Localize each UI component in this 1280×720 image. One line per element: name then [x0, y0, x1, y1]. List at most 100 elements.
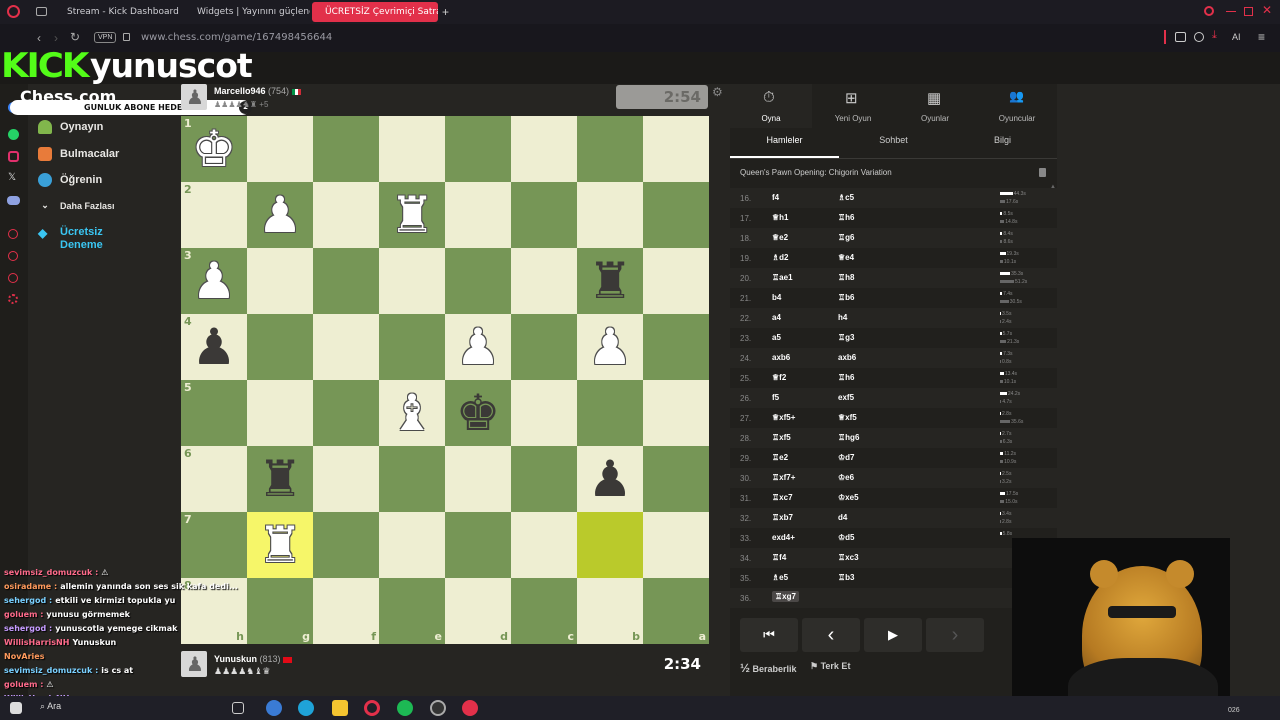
sidebar-item-puzzles[interactable]: Bulmacalar: [38, 147, 119, 161]
white-move[interactable]: ♕h1: [772, 213, 789, 222]
white-piece-g7[interactable]: ♜: [258, 520, 303, 570]
white-move[interactable]: axb6: [772, 353, 790, 362]
white-move[interactable]: ♗d2: [772, 253, 789, 262]
player-icon[interactable]: [8, 273, 18, 283]
square-b6[interactable]: ♟: [577, 446, 643, 512]
square-a1[interactable]: [643, 116, 709, 182]
black-move[interactable]: ♖g3: [838, 333, 855, 342]
square-a5[interactable]: [643, 380, 709, 446]
square-b8[interactable]: b: [577, 578, 643, 644]
chat-username[interactable]: goluem :: [4, 610, 43, 619]
black-move[interactable]: exf5: [838, 393, 854, 402]
close-window-icon[interactable]: ✕: [1262, 3, 1272, 17]
square-d5[interactable]: ♚: [445, 380, 511, 446]
settings-icon[interactable]: [8, 294, 18, 304]
square-c7[interactable]: [511, 512, 577, 578]
square-e2[interactable]: ♜: [379, 182, 445, 248]
opera-taskbar-icon[interactable]: [364, 700, 380, 716]
url-field[interactable]: www.chess.com/game/167498456644: [141, 32, 332, 43]
top-player-name-row[interactable]: Marcello946 (754): [214, 86, 301, 96]
square-c4[interactable]: [511, 314, 577, 380]
black-move[interactable]: ♔e6: [838, 473, 854, 482]
white-move[interactable]: ♖ae1: [772, 273, 793, 282]
instagram-icon[interactable]: [8, 151, 19, 162]
square-b2[interactable]: [577, 182, 643, 248]
tab-players[interactable]: 👥 Oyuncular: [976, 84, 1058, 128]
subtab-info[interactable]: Bilgi: [948, 132, 1057, 158]
previous-move-button[interactable]: ‹: [802, 618, 860, 652]
square-e4[interactable]: [379, 314, 445, 380]
square-c3[interactable]: [511, 248, 577, 314]
square-h5[interactable]: 5: [181, 380, 247, 446]
black-move[interactable]: ♖b6: [838, 293, 855, 302]
sidebar-item-more[interactable]: ⌄ Daha Fazlası: [38, 200, 114, 211]
square-f1[interactable]: [313, 116, 379, 182]
pinned-icon[interactable]: [8, 229, 18, 239]
edge-icon[interactable]: [298, 700, 314, 716]
square-b3[interactable]: ♜: [577, 248, 643, 314]
white-move[interactable]: f4: [772, 193, 779, 202]
forward-icon[interactable]: ›: [54, 31, 58, 45]
first-move-button[interactable]: ⏮: [740, 618, 798, 652]
search-tabs-icon[interactable]: [1204, 6, 1214, 16]
white-piece-b4[interactable]: ♟: [588, 322, 633, 372]
square-c1[interactable]: [511, 116, 577, 182]
square-g4[interactable]: [247, 314, 313, 380]
square-d6[interactable]: [445, 446, 511, 512]
new-tab-button[interactable]: +: [442, 5, 449, 19]
square-f2[interactable]: [313, 182, 379, 248]
bottom-player-name-row[interactable]: Yunuskun (813): [214, 654, 293, 664]
square-b7[interactable]: [577, 512, 643, 578]
square-f7[interactable]: [313, 512, 379, 578]
black-move[interactable]: ♖xc3: [838, 553, 859, 562]
white-piece-e2[interactable]: ♜: [390, 190, 435, 240]
black-move[interactable]: ♕e4: [838, 253, 854, 262]
offer-draw-button[interactable]: ½ Beraberlik: [740, 661, 797, 675]
square-g6[interactable]: ♜: [247, 446, 313, 512]
square-g1[interactable]: [247, 116, 313, 182]
tab-widgets[interactable]: Widgets | Yayınını güçlend: [184, 2, 310, 22]
square-f4[interactable]: [313, 314, 379, 380]
black-move[interactable]: d4: [838, 513, 847, 522]
last-move-button[interactable]: ›: [926, 618, 984, 652]
square-a4[interactable]: [643, 314, 709, 380]
trash-icon[interactable]: [1039, 168, 1046, 177]
white-piece-d4[interactable]: ♟: [456, 322, 501, 372]
square-h7[interactable]: 7: [181, 512, 247, 578]
white-move[interactable]: a5: [772, 333, 781, 342]
white-piece-h3[interactable]: ♟: [192, 256, 237, 306]
white-move[interactable]: ♖xf7+: [772, 473, 795, 482]
task-view-icon[interactable]: [232, 702, 244, 714]
square-g7[interactable]: ♜: [247, 512, 313, 578]
menu-icon[interactable]: ≡: [1258, 30, 1265, 44]
black-piece-h4[interactable]: ♟: [192, 322, 237, 372]
tab-new-game[interactable]: ⊞ Yeni Oyun: [812, 84, 894, 128]
vpn-badge[interactable]: VPN: [94, 32, 117, 43]
square-a2[interactable]: [643, 182, 709, 248]
black-move[interactable]: ♖h6: [838, 373, 855, 382]
black-move[interactable]: h4: [838, 313, 847, 322]
taskbar-search[interactable]: ⌕ Ara: [40, 701, 61, 712]
square-f6[interactable]: [313, 446, 379, 512]
square-e5[interactable]: ♝: [379, 380, 445, 446]
opera-logo-icon[interactable]: [7, 5, 20, 18]
square-h1[interactable]: 1 ♚: [181, 116, 247, 182]
square-c8[interactable]: c: [511, 578, 577, 644]
spotify-icon[interactable]: [397, 700, 413, 716]
white-move[interactable]: exd4+: [772, 533, 795, 542]
chat-username[interactable]: osiradame :: [4, 582, 57, 591]
square-d2[interactable]: [445, 182, 511, 248]
white-move[interactable]: ♖f4: [772, 553, 786, 562]
sidebar-item-free-trial[interactable]: ◆ Ücretsiz Deneme: [38, 226, 120, 252]
square-c5[interactable]: [511, 380, 577, 446]
square-e6[interactable]: [379, 446, 445, 512]
subtab-chat[interactable]: Sohbet: [839, 132, 948, 158]
white-move[interactable]: ♖xc7: [772, 493, 793, 502]
tab-switcher-icon[interactable]: [36, 7, 47, 16]
windows-start-icon[interactable]: [10, 702, 22, 714]
white-move[interactable]: ♖xb7: [772, 513, 793, 522]
white-move[interactable]: ♖xg7: [772, 591, 799, 602]
tab-play[interactable]: ⏱ Oyna: [730, 84, 812, 128]
chat-username[interactable]: NovAries: [4, 652, 44, 661]
black-move[interactable]: axb6: [838, 353, 856, 362]
